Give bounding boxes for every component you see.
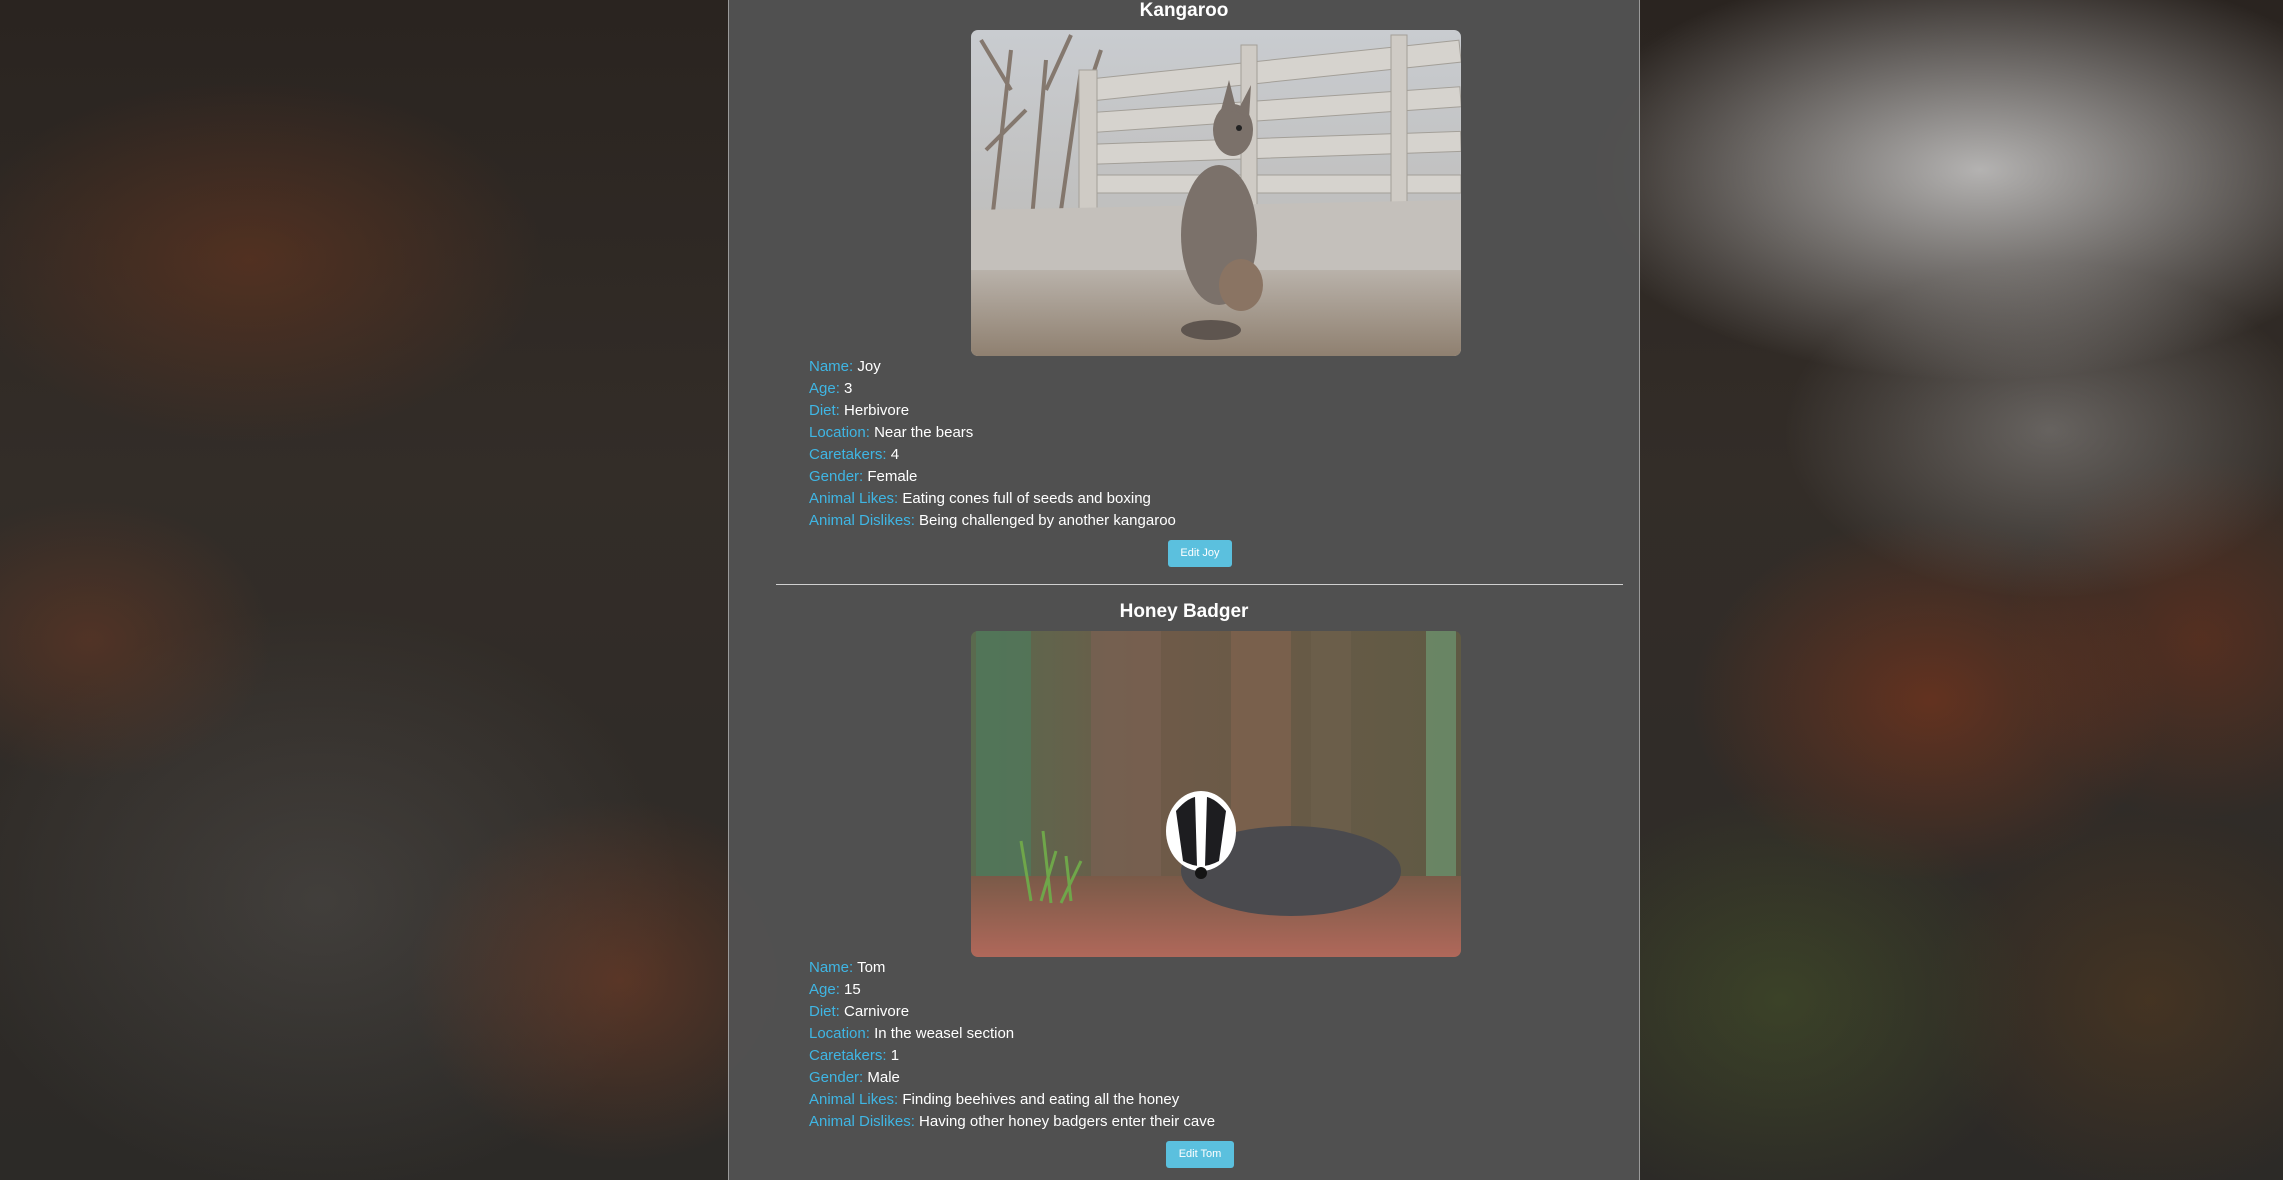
animal-species-title: Kangaroo bbox=[1139, 0, 1229, 21]
animal-details: Name: Tom Age: 15 Diet: Carnivore Locati… bbox=[809, 957, 1215, 1133]
detail-caretakers: Caretakers: 4 bbox=[809, 446, 900, 463]
detail-caretakers: Caretakers: 1 bbox=[809, 1047, 900, 1064]
detail-dislikes: Animal Dislikes: Being challenged by ano… bbox=[809, 512, 1176, 529]
edit-joy-button[interactable]: Edit Joy bbox=[1168, 540, 1232, 567]
detail-likes: Animal Likes: Finding beehives and eatin… bbox=[809, 1091, 1180, 1108]
card-divider bbox=[776, 584, 1623, 585]
animal-details: Name: Joy Age: 3 Diet: Herbivore Locatio… bbox=[809, 356, 1176, 532]
badger-photo bbox=[971, 631, 1461, 957]
honey-badger-image bbox=[971, 631, 1461, 957]
detail-gender: Gender: Male bbox=[809, 1069, 900, 1086]
detail-age: Age: 3 bbox=[809, 380, 853, 397]
detail-likes: Animal Likes: Eating cones full of seeds… bbox=[809, 490, 1151, 507]
detail-dislikes: Animal Dislikes: Having other honey badg… bbox=[809, 1113, 1216, 1130]
animal-list-panel[interactable]: Kangaroo Name: Joy Age: 3 Diet: Herbivor… bbox=[728, 0, 1640, 1180]
detail-name: Name: Joy bbox=[809, 358, 881, 375]
animal-species-title: Honey Badger bbox=[1119, 601, 1249, 622]
detail-gender: Gender: Female bbox=[809, 468, 918, 485]
detail-location: Location: In the weasel section bbox=[809, 1025, 1015, 1042]
kangaroo-image bbox=[971, 30, 1461, 356]
edit-tom-button[interactable]: Edit Tom bbox=[1166, 1141, 1234, 1168]
kangaroo-photo bbox=[971, 30, 1461, 356]
detail-diet: Diet: Carnivore bbox=[809, 1003, 910, 1020]
detail-location: Location: Near the bears bbox=[809, 424, 974, 441]
detail-age: Age: 15 bbox=[809, 981, 861, 998]
detail-name: Name: Tom bbox=[809, 959, 886, 976]
detail-diet: Diet: Herbivore bbox=[809, 402, 910, 419]
